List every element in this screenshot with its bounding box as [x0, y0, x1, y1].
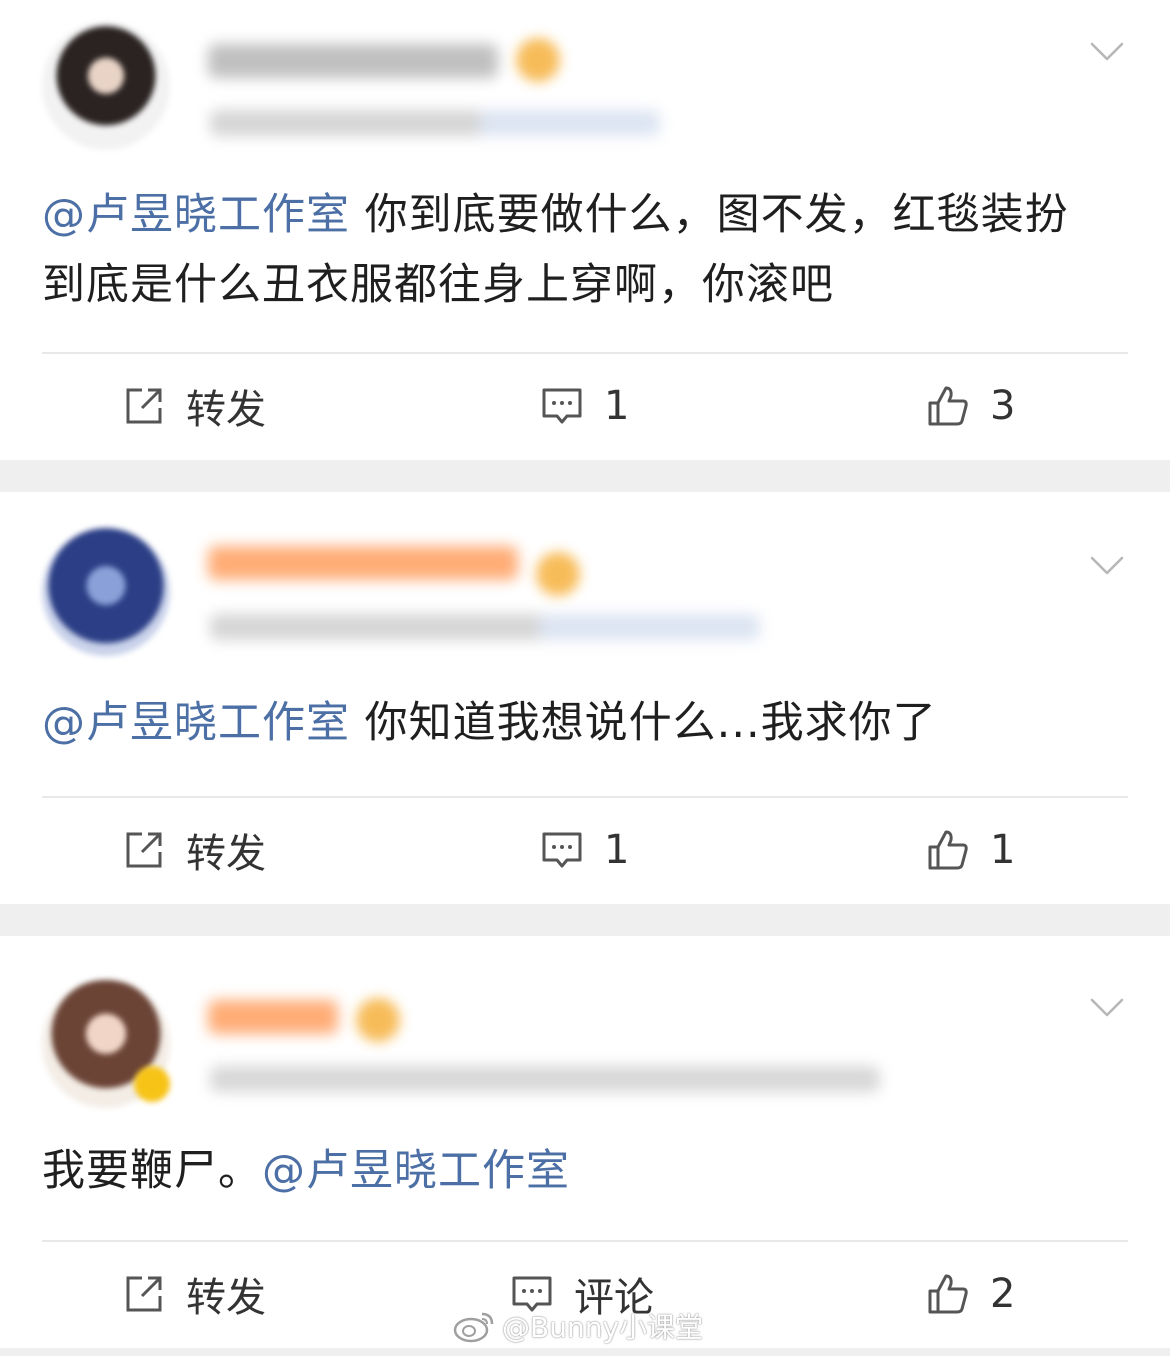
- watermark: @Bunny小课堂: [452, 1306, 703, 1346]
- post-meta-blurred: [210, 110, 660, 136]
- comment-button[interactable]: 1: [540, 824, 629, 876]
- repost-icon: [122, 828, 166, 872]
- verified-badge-icon: [516, 38, 560, 82]
- like-count: 1: [990, 827, 1016, 873]
- comment-body: 你知道我想说什么...我求你了: [350, 698, 937, 748]
- username-blurred[interactable]: [208, 546, 518, 580]
- repost-button[interactable]: 转发: [122, 380, 266, 433]
- comment-text: @卢昱晓工作室 你知道我想说什么...我求你了: [42, 688, 1110, 758]
- comment-button[interactable]: 1: [540, 380, 629, 432]
- post-meta-blurred: [210, 614, 760, 640]
- divider: [42, 1240, 1128, 1242]
- verified-badge-icon: [536, 552, 580, 596]
- post-meta-blurred: [210, 1066, 880, 1092]
- comment-count: 1: [604, 383, 630, 429]
- like-button[interactable]: 1: [926, 824, 1015, 876]
- comment-text: @卢昱晓工作室 你到底要做什么，图不发，红毯装扮到底是什么丑衣服都往身上穿啊，你…: [42, 180, 1110, 320]
- avatar[interactable]: [42, 22, 170, 150]
- mention-link[interactable]: @卢昱晓工作室: [262, 1146, 570, 1196]
- like-count: 3: [990, 383, 1016, 429]
- verified-badge-icon: [356, 998, 400, 1042]
- comment-card: @卢昱晓工作室 你到底要做什么，图不发，红毯装扮到底是什么丑衣服都往身上穿啊，你…: [0, 0, 1170, 460]
- comment-count: 1: [604, 827, 630, 873]
- comment-icon: [540, 384, 584, 428]
- repost-button[interactable]: 转发: [122, 1268, 266, 1321]
- action-bar: 转发 1 3: [0, 356, 1170, 456]
- chevron-down-icon[interactable]: [1088, 32, 1126, 70]
- mention-link[interactable]: @卢昱晓工作室: [42, 698, 350, 748]
- mention-link[interactable]: @卢昱晓工作室: [42, 190, 350, 240]
- comment-card: 我要鞭尸。@卢昱晓工作室 转发 评论 2: [0, 936, 1170, 1348]
- divider: [42, 796, 1128, 798]
- like-icon: [926, 828, 970, 872]
- divider: [42, 352, 1128, 354]
- chevron-down-icon[interactable]: [1088, 988, 1126, 1026]
- username-blurred[interactable]: [208, 1000, 338, 1034]
- like-icon: [926, 1272, 970, 1316]
- avatar[interactable]: [42, 528, 170, 656]
- like-icon: [926, 384, 970, 428]
- like-count: 2: [990, 1271, 1016, 1317]
- comment-feed: @卢昱晓工作室 你到底要做什么，图不发，红毯装扮到底是什么丑衣服都往身上穿啊，你…: [0, 0, 1170, 1356]
- repost-button[interactable]: 转发: [122, 824, 266, 877]
- repost-label: 转发: [186, 1275, 266, 1321]
- action-bar: 转发 1 1: [0, 800, 1170, 900]
- watermark-text: @Bunny小课堂: [502, 1311, 704, 1344]
- like-button[interactable]: 3: [926, 380, 1015, 432]
- verified-dot-icon: [134, 1066, 170, 1102]
- username-blurred[interactable]: [208, 44, 498, 78]
- like-button[interactable]: 2: [926, 1268, 1015, 1320]
- chevron-down-icon[interactable]: [1088, 546, 1126, 584]
- repost-icon: [122, 1272, 166, 1316]
- comment-icon: [540, 828, 584, 872]
- repost-label: 转发: [186, 387, 266, 433]
- comment-card: @卢昱晓工作室 你知道我想说什么...我求你了 转发 1 1: [0, 492, 1170, 904]
- comment-body: 我要鞭尸。: [42, 1146, 262, 1196]
- repost-label: 转发: [186, 831, 266, 877]
- weibo-logo-icon: [452, 1309, 496, 1343]
- comment-text: 我要鞭尸。@卢昱晓工作室: [42, 1136, 1110, 1206]
- repost-icon: [122, 384, 166, 428]
